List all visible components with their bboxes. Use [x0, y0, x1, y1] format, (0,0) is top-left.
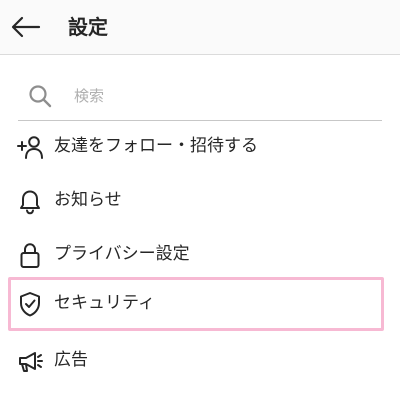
- bell-icon: [16, 187, 44, 215]
- lock-icon: [16, 241, 44, 269]
- header-bar: 設定: [0, 0, 400, 55]
- search-bar[interactable]: [18, 72, 382, 121]
- settings-screen: 設定 友達をフォロー・招待する お知らせ: [0, 0, 400, 400]
- menu-item-notifications[interactable]: お知らせ: [8, 174, 384, 228]
- search-input[interactable]: [74, 84, 364, 108]
- megaphone-icon: [16, 347, 44, 375]
- menu-item-label: お知らせ: [54, 190, 122, 210]
- menu-item-security[interactable]: セキュリティ: [8, 277, 384, 331]
- back-button[interactable]: [6, 7, 46, 47]
- menu-item-label: 広告: [54, 350, 88, 370]
- add-person-icon: [16, 133, 44, 161]
- shield-check-icon: [16, 290, 44, 318]
- menu-item-label: セキュリティ: [54, 293, 155, 313]
- menu-item-label: プライバシー設定: [54, 244, 190, 264]
- menu-item-privacy[interactable]: プライバシー設定: [8, 228, 384, 282]
- arrow-left-icon: [11, 16, 41, 38]
- menu-item-ads[interactable]: 広告: [8, 334, 384, 388]
- menu-item-label: 友達をフォロー・招待する: [54, 136, 258, 156]
- menu-item-follow-invite[interactable]: 友達をフォロー・招待する: [8, 120, 384, 174]
- page-title: 設定: [68, 15, 108, 39]
- search-icon: [29, 85, 52, 108]
